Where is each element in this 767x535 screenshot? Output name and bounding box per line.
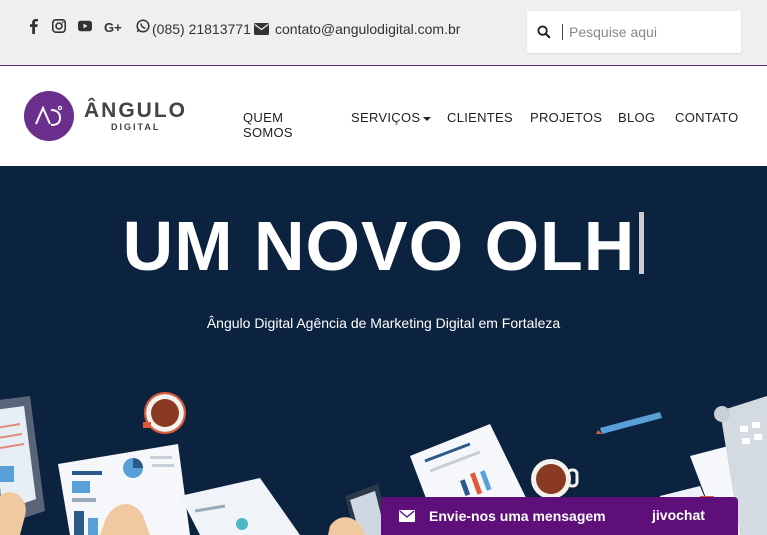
youtube-icon[interactable]	[78, 19, 92, 33]
envelope-icon	[399, 510, 415, 522]
envelope-icon	[254, 22, 269, 40]
chat-widget-button[interactable]: Envie-nos uma mensagem jivochat	[381, 497, 738, 535]
nav-quem-somos[interactable]: QUEM SOMOS	[243, 110, 293, 140]
documents-illustration	[58, 444, 300, 535]
svg-text:G+: G+	[104, 20, 122, 33]
pen-illustration	[600, 412, 662, 434]
typing-cursor	[639, 212, 645, 274]
logo-monogram	[24, 91, 74, 141]
coffee-cup-illustration	[143, 392, 186, 434]
chat-label: Envie-nos uma mensagem	[429, 508, 606, 524]
search-icon[interactable]	[537, 25, 551, 39]
nav-clientes[interactable]: CLIENTES	[447, 110, 513, 125]
instagram-icon[interactable]	[52, 19, 66, 33]
text-caret	[562, 24, 563, 40]
coffee-cup-right-illustration	[531, 459, 579, 499]
search-input[interactable]	[569, 24, 729, 40]
nav-servicos-label: SERVIÇOS	[351, 110, 421, 125]
social-links: G+	[26, 18, 150, 34]
top-bar: G+ (085) 21813771 contato@angulodigital.…	[0, 0, 767, 66]
search-box	[527, 11, 741, 53]
hero-banner: UM NOVO OLH Ângulo Digital Agência de Ma…	[0, 166, 767, 535]
logo-name: ÂNGULO	[84, 99, 187, 122]
caret-down-icon	[423, 116, 432, 121]
email-link[interactable]: contato@angulodigital.com.br	[275, 21, 460, 37]
whatsapp-icon[interactable]	[136, 19, 150, 33]
logo-tagline: DIGITAL	[111, 122, 161, 132]
nav-blog[interactable]: BLOG	[618, 110, 655, 125]
phone-link[interactable]: (085) 21813771	[152, 21, 251, 37]
chat-brand: jivochat	[652, 507, 705, 523]
hero-headline: UM NOVO OLH	[0, 206, 767, 286]
main-navbar: ÂNGULO DIGITAL QUEM SOMOS SERVIÇOS CLIEN…	[0, 66, 767, 166]
nav-contato[interactable]: CONTATO	[675, 110, 739, 125]
facebook-icon[interactable]	[26, 18, 40, 34]
logo-wordmark: ÂNGULO DIGITAL	[84, 100, 187, 132]
hero-subtitle: Ângulo Digital Agência de Marketing Digi…	[206, 315, 561, 331]
hero-headline-text: UM NOVO OLH	[122, 207, 636, 285]
site-logo[interactable]: ÂNGULO DIGITAL	[24, 91, 187, 141]
nav-projetos[interactable]: PROJETOS	[530, 110, 602, 125]
google-plus-icon[interactable]: G+	[104, 19, 124, 33]
nav-servicos[interactable]: SERVIÇOS	[351, 110, 432, 125]
